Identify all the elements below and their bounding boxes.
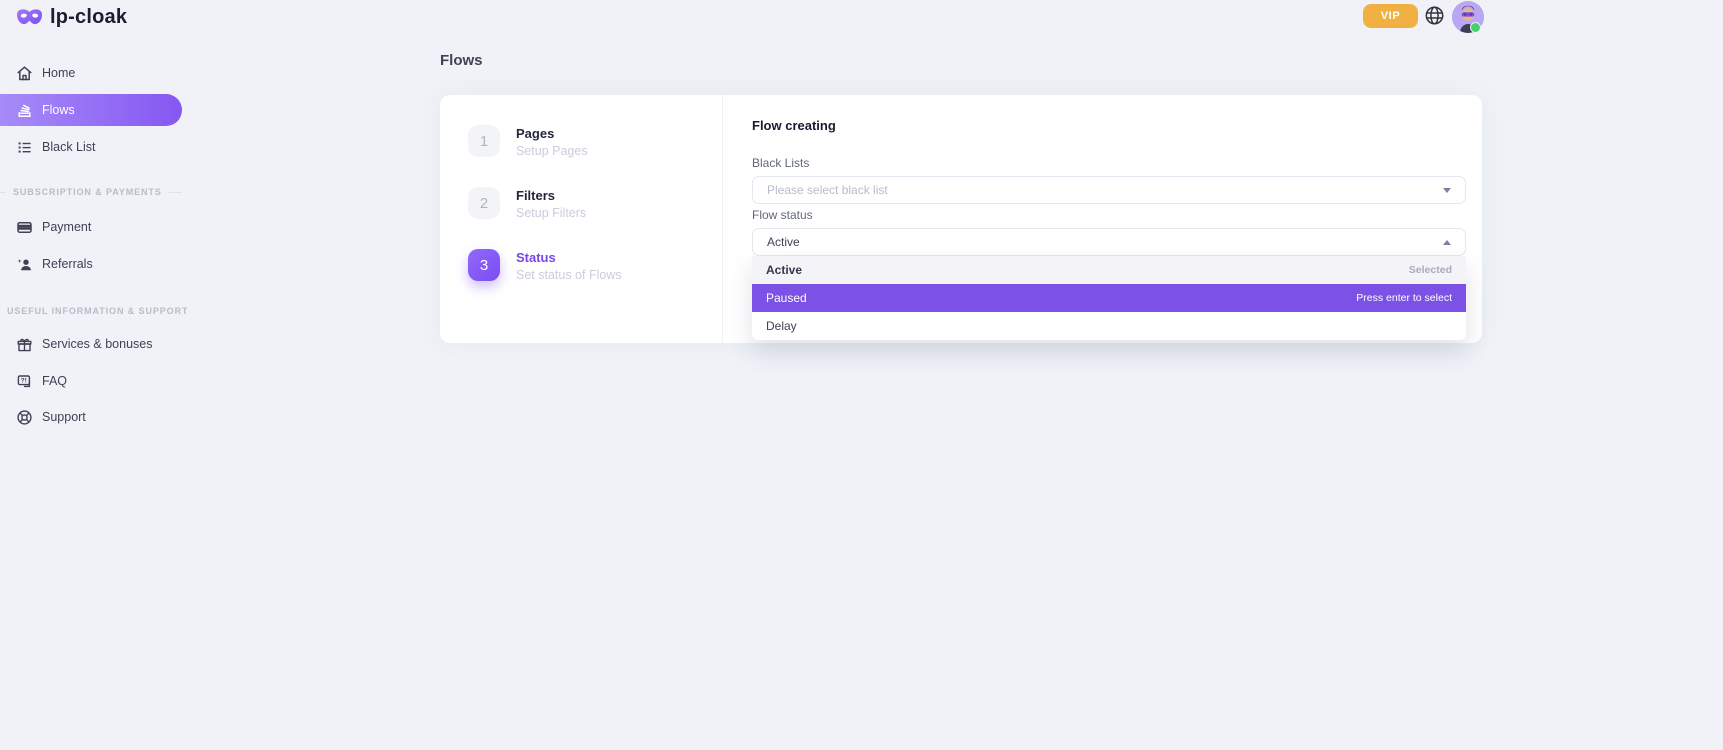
home-icon — [16, 65, 33, 82]
option-delay[interactable]: Delay — [752, 312, 1466, 340]
step-subtitle: Setup Filters — [516, 206, 586, 220]
sidebar-item-label: Referrals — [42, 257, 93, 271]
gift-icon — [16, 336, 33, 353]
credit-card-icon — [16, 219, 33, 236]
black-lists-select[interactable]: Please select black list — [752, 176, 1466, 204]
sidebar-section-payments: SUBSCRIPTION & PAYMENTS — [0, 186, 182, 198]
option-label: Delay — [766, 319, 797, 333]
option-paused[interactable]: Paused Press enter to select — [752, 284, 1466, 312]
sidebar-item-faq[interactable]: ?! FAQ — [0, 367, 182, 395]
app-root: lp-cloak VIP Home — [0, 0, 1723, 750]
option-meta: Selected — [1409, 264, 1452, 276]
option-active[interactable]: Active Selected — [752, 256, 1466, 284]
step-subtitle: Setup Pages — [516, 144, 588, 158]
mask-logo-icon — [16, 7, 43, 28]
faq-bubble-icon: ?! — [16, 373, 33, 390]
option-meta: Press enter to select — [1356, 292, 1452, 304]
referral-user-icon — [16, 256, 33, 273]
step-status[interactable]: 3 Status Set status of Flows — [468, 249, 622, 282]
sidebar-item-label: FAQ — [42, 374, 67, 388]
black-list-icon — [16, 139, 33, 156]
sidebar-section-support: USEFUL INFORMATION & SUPPORT — [0, 305, 182, 317]
sidebar-item-referrals[interactable]: Referrals — [0, 250, 182, 278]
step-filters[interactable]: 2 Filters Setup Filters — [468, 187, 586, 220]
step-subtitle: Set status of Flows — [516, 268, 622, 282]
chevron-up-icon — [1443, 240, 1451, 245]
sidebar-item-flows[interactable]: Flows — [0, 94, 182, 126]
step-pages[interactable]: 1 Pages Setup Pages — [468, 125, 588, 158]
flow-status-dropdown: Active Selected Paused Press enter to se… — [752, 256, 1466, 340]
flows-icon — [16, 102, 33, 119]
sidebar-item-support[interactable]: Support — [0, 403, 182, 431]
page-title: Flows — [440, 52, 483, 69]
step-title: Pages — [516, 125, 588, 141]
flow-status-value: Active — [767, 235, 800, 249]
sidebar-item-home[interactable]: Home — [0, 59, 182, 87]
sidebar-item-label: Flows — [42, 103, 75, 117]
sidebar-item-payment[interactable]: Payment — [0, 213, 182, 241]
sidebar-item-label: Black List — [42, 140, 96, 154]
flow-status-select[interactable]: Active — [752, 228, 1466, 256]
option-label: Paused — [766, 291, 807, 305]
flow-wizard-card: 1 Pages Setup Pages 2 Filters Setup Filt… — [440, 95, 1482, 343]
sidebar-item-black-list[interactable]: Black List — [0, 133, 182, 161]
brand-name: lp-cloak — [50, 6, 127, 29]
flow-status-label: Flow status — [752, 208, 813, 222]
chevron-down-icon — [1443, 188, 1451, 193]
svg-text:?!: ?! — [21, 377, 27, 384]
online-status-dot — [1470, 22, 1481, 33]
vip-badge[interactable]: VIP — [1363, 4, 1418, 28]
sidebar-item-label: Payment — [42, 220, 91, 234]
divider — [722, 95, 723, 343]
sidebar-item-label: Home — [42, 66, 75, 80]
lifebuoy-icon — [16, 409, 33, 426]
black-lists-placeholder: Please select black list — [767, 183, 888, 197]
step-number-badge: 3 — [468, 249, 500, 281]
black-lists-label: Black Lists — [752, 156, 809, 170]
step-title: Filters — [516, 187, 586, 203]
divider — [169, 192, 182, 193]
sidebar-item-label: Support — [42, 410, 86, 424]
step-title: Status — [516, 249, 622, 265]
sidebar-item-services[interactable]: Services & bonuses — [0, 330, 182, 358]
form-title: Flow creating — [752, 118, 836, 133]
section-label: SUBSCRIPTION & PAYMENTS — [13, 187, 162, 197]
brand-logo[interactable]: lp-cloak — [16, 6, 127, 29]
sidebar-item-label: Services & bonuses — [42, 337, 152, 351]
globe-icon[interactable] — [1424, 5, 1445, 26]
option-label: Active — [766, 263, 802, 277]
divider — [0, 192, 6, 193]
step-number-badge: 1 — [468, 125, 500, 157]
step-number-badge: 2 — [468, 187, 500, 219]
section-label: USEFUL INFORMATION & SUPPORT — [7, 306, 188, 316]
